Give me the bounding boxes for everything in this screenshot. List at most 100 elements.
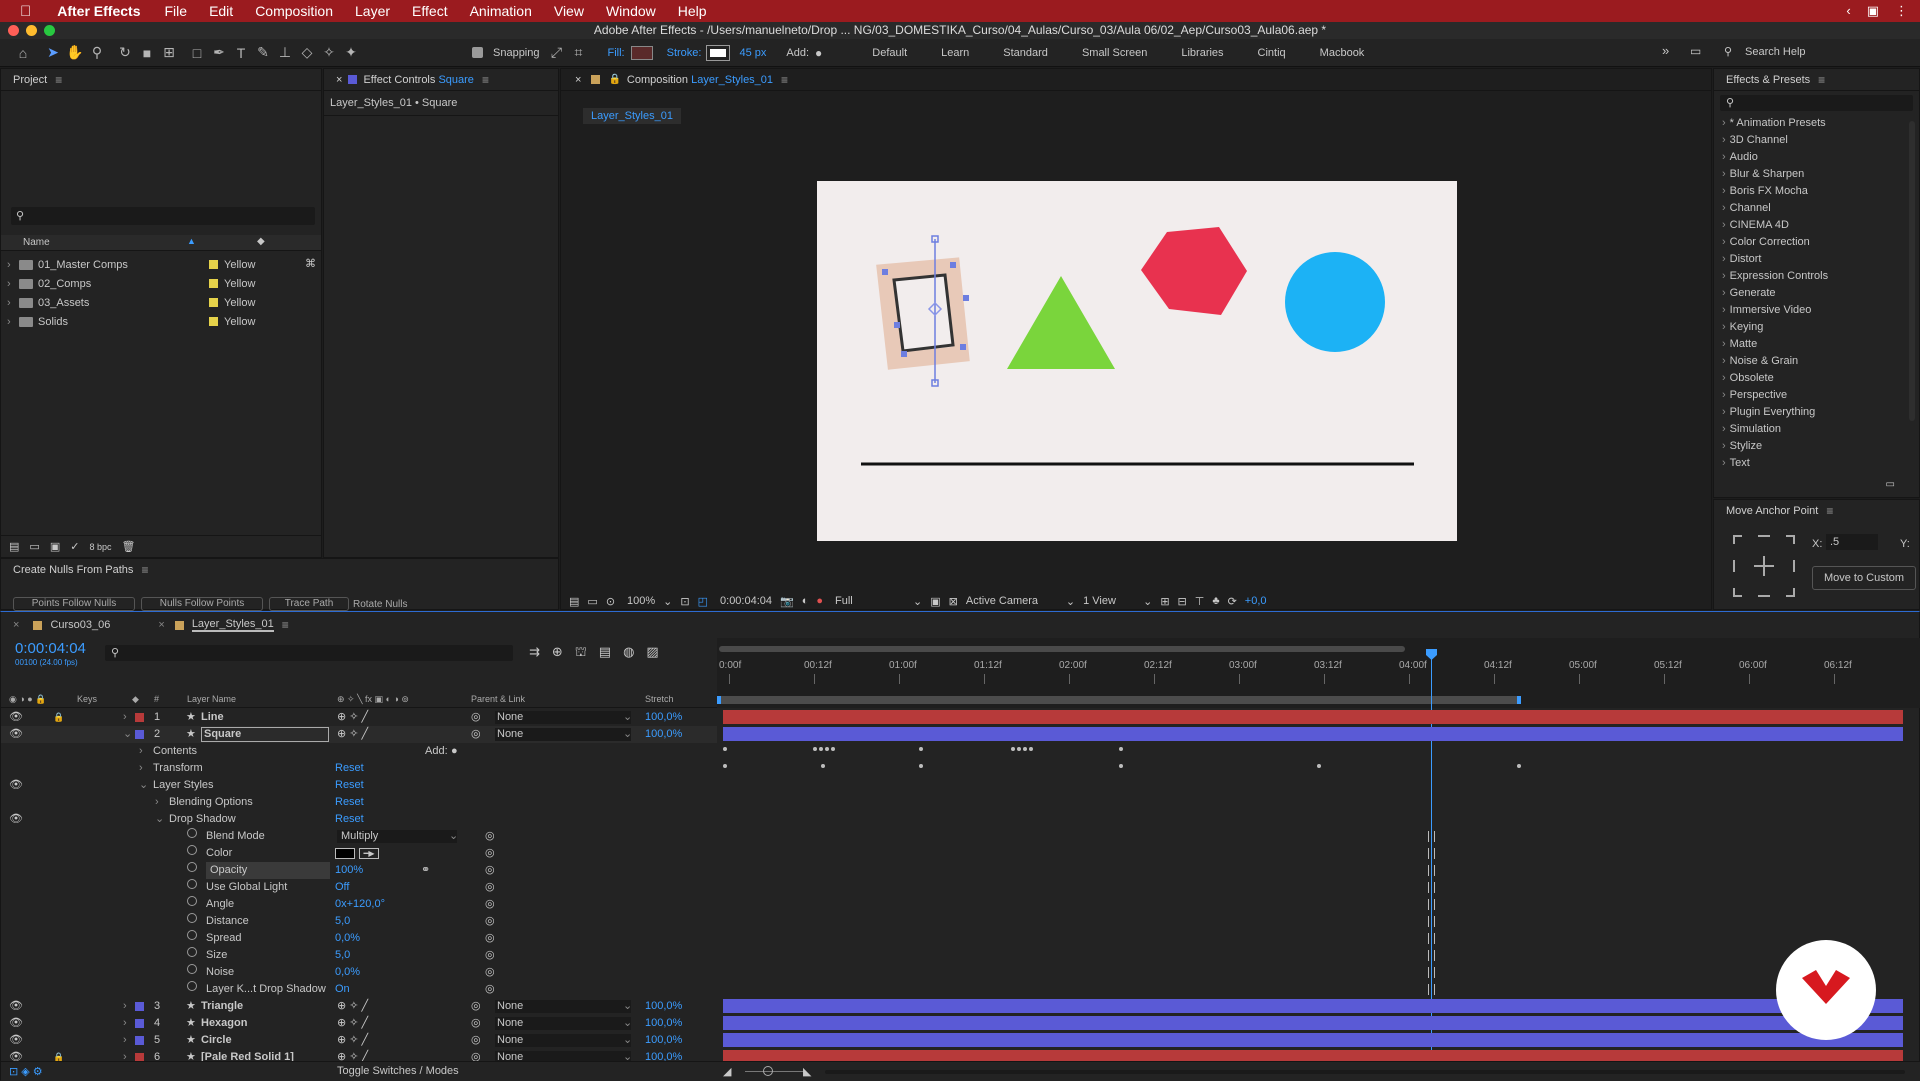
- viewer-timecode[interactable]: 0:00:04:04: [720, 595, 772, 607]
- create-nulls-title[interactable]: Create Nulls From Paths: [13, 564, 133, 576]
- chevron-down-icon[interactable]: ⌄: [913, 595, 922, 608]
- keyframe-dot[interactable]: [825, 747, 829, 751]
- effects-category[interactable]: › Blur & Sharpen: [1714, 166, 1919, 183]
- effects-search-input[interactable]: ⚲: [1720, 95, 1913, 111]
- chevron-right-icon[interactable]: ›: [7, 295, 11, 311]
- draft-3d-icon[interactable]: ⊟: [1178, 595, 1187, 608]
- keyframe-dot[interactable]: [819, 747, 823, 751]
- close-tab-icon[interactable]: ×: [13, 619, 19, 631]
- blend-mode-select[interactable]: Multiply: [337, 830, 457, 843]
- label-swatch[interactable]: [209, 279, 218, 288]
- layer-duration-bar[interactable]: [723, 1016, 1903, 1030]
- new-comp-icon[interactable]: ▣: [50, 540, 60, 553]
- chevron-right-icon[interactable]: ›: [1722, 372, 1726, 384]
- rotate-nulls-checkbox[interactable]: Rotate Nulls: [353, 599, 407, 610]
- pick-whip-icon[interactable]: ◎: [471, 726, 481, 743]
- zoom-tool-icon[interactable]: ⚲: [86, 43, 108, 63]
- expression-pickwhip-icon[interactable]: ◎: [485, 913, 495, 930]
- zoom-out-icon[interactable]: ◢: [723, 1065, 731, 1078]
- resolution-select[interactable]: Full: [835, 595, 905, 607]
- expression-pickwhip-icon[interactable]: ◎: [485, 981, 495, 998]
- exposure-value[interactable]: +0,0: [1245, 595, 1267, 607]
- property-value[interactable]: 0x+120,0°: [335, 896, 385, 913]
- property-row[interactable]: Distance 5,0 ◎: [1, 913, 717, 930]
- label-swatch[interactable]: [209, 260, 218, 269]
- chevron-down-icon[interactable]: ⌄: [1066, 595, 1075, 608]
- eyedropper-icon[interactable]: ━▶: [359, 848, 379, 859]
- layer-color-swatch[interactable]: [135, 1019, 144, 1028]
- chevron-down-icon[interactable]: ⌄: [623, 1032, 632, 1049]
- eye-icon[interactable]: 👁: [9, 777, 23, 794]
- time-ruler[interactable]: 0:00f 00:12f 01:00f 01:12f 02:00f 02:12f…: [717, 638, 1920, 708]
- trash-icon[interactable]: 🗑: [121, 540, 135, 553]
- add-icon[interactable]: ●: [451, 743, 458, 760]
- label-swatch[interactable]: [209, 298, 218, 307]
- roto-brush-tool-icon[interactable]: ✧: [318, 43, 340, 63]
- chevron-right-icon[interactable]: ›: [1722, 134, 1726, 146]
- expression-pickwhip-icon[interactable]: ◎: [485, 862, 495, 879]
- column-name[interactable]: Name: [23, 237, 50, 248]
- expression-pickwhip-icon[interactable]: ◎: [485, 828, 495, 845]
- keyframe-dot[interactable]: [1011, 747, 1015, 751]
- property-row[interactable]: Color ━▶ ◎: [1, 845, 717, 862]
- reset-link[interactable]: Reset: [335, 777, 364, 794]
- chevron-right-icon[interactable]: ›: [123, 709, 127, 726]
- chevron-right-icon[interactable]: ›: [1722, 406, 1726, 418]
- hand-tool-icon[interactable]: ✋: [64, 43, 86, 63]
- effects-category[interactable]: › Matte: [1714, 336, 1919, 353]
- property-row[interactable]: 👁 ⌄ Drop Shadow Reset: [1, 811, 717, 828]
- chevron-right-icon[interactable]: ›: [1722, 185, 1726, 197]
- render-icons[interactable]: ⊡ ◈ ⚙: [9, 1065, 43, 1078]
- property-row[interactable]: Opacity 100% ⚭ ◎: [1, 862, 717, 879]
- composition-mini-flowchart-icon[interactable]: ⇉: [529, 644, 540, 662]
- trace-path-button[interactable]: Trace Path: [269, 597, 349, 611]
- property-row[interactable]: Blend Mode Multiply ⌄ ◎: [1, 828, 717, 845]
- zoom-window-button[interactable]: [44, 25, 55, 36]
- switches-icon[interactable]: ⊕ ✧ ╱: [337, 1015, 368, 1032]
- col-keys[interactable]: Keys: [77, 694, 97, 704]
- type-tool-icon[interactable]: T: [230, 43, 252, 63]
- label-tag-icon[interactable]: ◆: [132, 694, 139, 705]
- puppet-tool-icon[interactable]: ✦: [340, 43, 362, 63]
- layer-duration-bar[interactable]: [723, 727, 1903, 741]
- switches-icon[interactable]: ⊕ ✧ ╱: [337, 726, 368, 743]
- comp-tab[interactable]: Layer_Styles_01: [583, 108, 681, 124]
- work-area-bar[interactable]: [719, 646, 1405, 652]
- lock-icon[interactable]: 🔒: [53, 709, 64, 726]
- camera-tool-icon[interactable]: ■: [136, 43, 158, 63]
- timeline-search-input[interactable]: ⚲: [105, 645, 513, 661]
- transparency-grid-icon[interactable]: ⊠: [949, 595, 958, 608]
- panel-menu-icon[interactable]: ≡: [282, 618, 289, 632]
- reset-link[interactable]: Reset: [335, 760, 364, 777]
- eye-icon[interactable]: 👁: [9, 726, 23, 743]
- expression-pickwhip-icon[interactable]: ◎: [485, 896, 495, 913]
- snapping-checkbox[interactable]: [472, 47, 483, 58]
- panel-layout-icon[interactable]: ▭: [1690, 44, 1701, 58]
- menu-composition[interactable]: Composition: [255, 3, 333, 19]
- property-row[interactable]: Noise 0,0% ◎: [1, 964, 717, 981]
- transform-handle[interactable]: [963, 295, 969, 301]
- chevron-down-icon[interactable]: ⌄: [623, 726, 632, 743]
- chevron-right-icon[interactable]: ›: [1722, 151, 1726, 163]
- camera-select[interactable]: Active Camera: [966, 595, 1058, 607]
- screen-icon[interactable]: ▣: [1867, 3, 1879, 19]
- rotate-tool-icon[interactable]: ↻: [114, 43, 136, 63]
- menu-animation[interactable]: Animation: [470, 3, 532, 19]
- chevron-down-icon[interactable]: ⌄: [123, 726, 132, 743]
- clone-stamp-tool-icon[interactable]: ⊥: [274, 43, 296, 63]
- workspace-learn[interactable]: Learn: [941, 47, 969, 59]
- app-name-menu[interactable]: After Effects: [57, 3, 140, 19]
- label-tag-icon[interactable]: ◆: [257, 236, 265, 247]
- current-timecode[interactable]: 0:00:04:04: [15, 640, 86, 657]
- pixel-aspect-icon[interactable]: ⊞: [1160, 595, 1169, 608]
- chevron-right-icon[interactable]: ›: [1722, 117, 1726, 129]
- keyframe-marker[interactable]: [1428, 950, 1435, 961]
- menu-view[interactable]: View: [554, 3, 584, 19]
- stretch-value[interactable]: 100,0%: [645, 709, 682, 726]
- parent-select[interactable]: None: [495, 1017, 631, 1030]
- effects-category[interactable]: › Noise & Grain: [1714, 353, 1919, 370]
- effects-category[interactable]: › Audio: [1714, 149, 1919, 166]
- fast-preview-icon[interactable]: ▣: [930, 595, 940, 608]
- col-parent[interactable]: Parent & Link: [471, 694, 525, 704]
- table-row[interactable]: 👁 🔒 › 1 ★ Line ⊕ ✧ ╱ ◎ None ⌄ 100,0%: [1, 709, 717, 726]
